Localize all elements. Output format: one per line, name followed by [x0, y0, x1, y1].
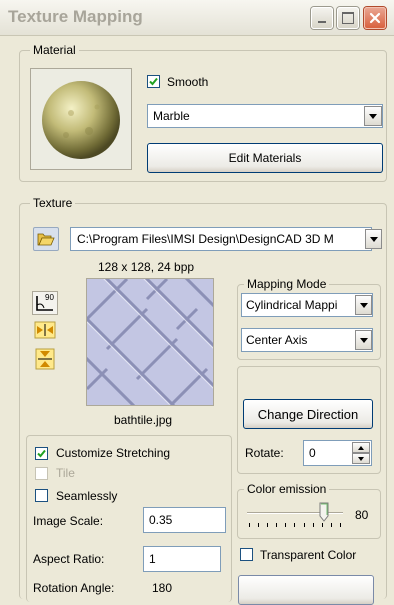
material-dropdown-button[interactable] — [364, 106, 382, 126]
material-select-value: Marble — [153, 109, 190, 123]
flip-vertical-icon — [35, 348, 55, 370]
checkmark-icon — [37, 449, 46, 458]
mapping-mode-legend: Mapping Mode — [244, 277, 330, 291]
checkmark-icon — [149, 77, 158, 86]
chevron-down-icon — [359, 337, 368, 343]
spin-up-button[interactable] — [352, 442, 370, 453]
aspect-ratio-value: 1 — [149, 552, 156, 566]
flip-horizontal-button[interactable] — [32, 319, 58, 341]
minimize-icon — [318, 21, 326, 23]
close-icon — [369, 12, 381, 24]
color-emission-value: 80 — [355, 508, 369, 522]
maximize-icon — [342, 12, 354, 24]
chevron-down-icon — [359, 302, 368, 308]
spin-down-button[interactable] — [352, 453, 370, 464]
rotate-label: Rotate: — [245, 446, 284, 460]
folder-open-icon — [37, 233, 55, 245]
aspect-ratio-label: Aspect Ratio: — [33, 552, 105, 566]
seamlessly-checkbox[interactable] — [35, 489, 48, 502]
bathtile-texture-image — [87, 279, 213, 405]
material-select[interactable]: Marble — [147, 104, 383, 128]
mapping-mode-value: Cylindrical Mappi — [246, 298, 338, 312]
transparent-color-swatch-button[interactable] — [238, 575, 374, 605]
rotation-angle-label: Rotation Angle: — [33, 581, 115, 595]
texture-path-dropdown-button[interactable] — [365, 229, 382, 249]
change-direction-button[interactable]: Change Direction — [243, 399, 373, 429]
texture-preview — [86, 278, 214, 406]
texture-legend: Texture — [30, 196, 76, 210]
mapping-mode-select[interactable]: Cylindrical Mappi — [241, 293, 373, 317]
rotate-90-text: 90 — [45, 293, 54, 302]
image-info-label: 128 x 128, 24 bpp — [98, 260, 195, 274]
change-direction-label: Change Direction — [257, 406, 359, 422]
edit-materials-button[interactable]: Edit Materials — [147, 143, 383, 173]
tile-label: Tile — [56, 466, 75, 480]
window-title: Texture Mapping — [8, 7, 143, 26]
image-scale-label: Image Scale: — [33, 514, 104, 528]
texture-file-name: bathtile.jpg — [114, 413, 173, 427]
material-legend: Material — [30, 43, 79, 57]
slider-thumb-icon — [319, 502, 329, 522]
axis-value: Center Axis — [246, 333, 308, 347]
close-button[interactable] — [364, 7, 386, 29]
chevron-up-icon — [358, 445, 364, 450]
rotate-value: 0 — [309, 446, 316, 460]
transparent-color-checkbox[interactable] — [240, 548, 253, 561]
aspect-ratio-field[interactable]: 1 — [143, 546, 221, 572]
flip-vertical-button[interactable] — [32, 347, 58, 371]
image-scale-value: 0.35 — [149, 513, 173, 527]
maximize-button[interactable] — [337, 7, 359, 29]
rotate-90-button[interactable]: 90 — [32, 291, 58, 315]
transparent-color-label: Transparent Color — [260, 548, 357, 562]
smooth-checkbox[interactable] — [147, 75, 160, 88]
texture-path-field[interactable]: C:\Program Files\IMSI Design\DesignCAD 3… — [70, 227, 372, 251]
chevron-down-icon — [369, 236, 378, 242]
smooth-label: Smooth — [167, 75, 209, 89]
open-folder-button[interactable] — [33, 227, 59, 251]
edit-materials-label: Edit Materials — [228, 151, 302, 165]
color-emission-slider[interactable] — [245, 498, 347, 530]
rotate-spin-buttons[interactable] — [352, 442, 370, 464]
rotation-angle-value: 180 — [152, 581, 173, 595]
image-scale-field[interactable]: 0.35 — [143, 507, 226, 533]
mapping-mode-dropdown-button[interactable] — [355, 295, 372, 315]
flip-horizontal-icon — [34, 321, 56, 339]
title-bar[interactable]: Texture Mapping — [0, 0, 394, 36]
axis-dropdown-button[interactable] — [355, 330, 372, 350]
chevron-down-icon — [358, 456, 364, 461]
customize-stretching-checkbox[interactable] — [35, 447, 48, 460]
minimize-button[interactable] — [311, 7, 333, 29]
tile-checkbox[interactable] — [35, 467, 48, 480]
material-preview — [30, 68, 132, 170]
texture-path-value: C:\Program Files\IMSI Design\DesignCAD 3… — [77, 232, 334, 246]
customize-stretching-label: Customize Stretching — [56, 446, 171, 460]
chevron-down-icon — [369, 113, 377, 119]
color-emission-legend: Color emission — [244, 482, 330, 496]
slider-ticks — [249, 523, 341, 527]
slider-thumb[interactable] — [319, 502, 329, 522]
seamlessly-label: Seamlessly — [56, 489, 118, 503]
axis-select[interactable]: Center Axis — [241, 328, 373, 352]
material-sphere-image — [42, 81, 120, 159]
